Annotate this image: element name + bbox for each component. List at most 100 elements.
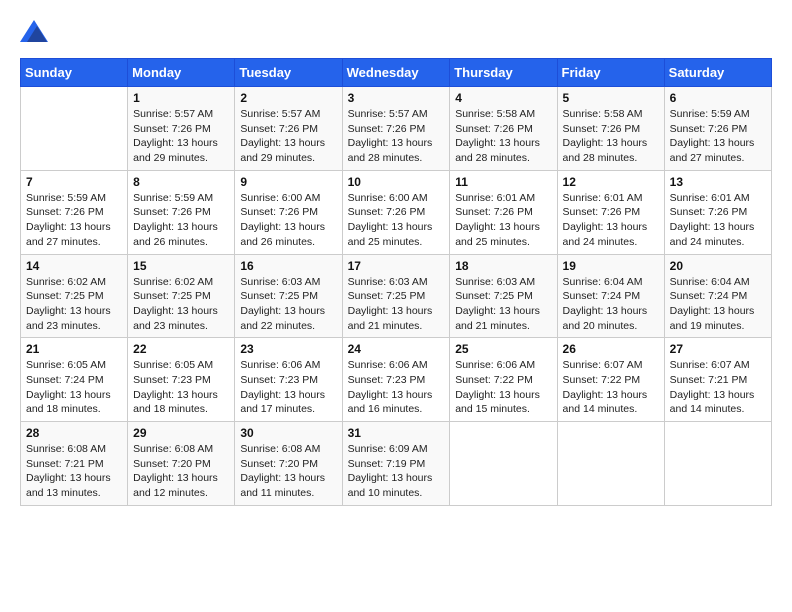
logo-icon <box>20 20 48 42</box>
calendar-week-4: 21 Sunrise: 6:05 AM Sunset: 7:24 PM Dayli… <box>21 338 772 422</box>
day-number: 9 <box>240 175 336 189</box>
weekday-header-friday: Friday <box>557 59 664 87</box>
table-row: 8 Sunrise: 5:59 AM Sunset: 7:26 PM Daylig… <box>128 170 235 254</box>
table-row: 16 Sunrise: 6:03 AM Sunset: 7:25 PM Dayli… <box>235 254 342 338</box>
day-number: 19 <box>563 259 659 273</box>
day-number: 27 <box>670 342 766 356</box>
day-number: 12 <box>563 175 659 189</box>
table-row: 4Sunrise: 5:58 AM Sunset: 7:26 PM Daylig… <box>450 87 557 171</box>
day-info: Sunrise: 6:01 AM Sunset: 7:26 PM Dayligh… <box>563 191 659 250</box>
day-number: 30 <box>240 426 336 440</box>
day-number: 24 <box>348 342 445 356</box>
table-row: 29 Sunrise: 6:08 AM Sunset: 7:20 PM Dayli… <box>128 422 235 506</box>
day-number: 25 <box>455 342 551 356</box>
day-number: 10 <box>348 175 445 189</box>
day-info: Sunrise: 6:08 AM Sunset: 7:20 PM Dayligh… <box>133 442 229 501</box>
day-info: Sunrise: 5:57 AM Sunset: 7:26 PM Dayligh… <box>240 107 336 166</box>
day-info: Sunrise: 6:05 AM Sunset: 7:24 PM Dayligh… <box>26 358 122 417</box>
table-row: 23Sunrise: 6:06 AM Sunset: 7:23 PM Dayli… <box>235 338 342 422</box>
day-info: Sunrise: 6:03 AM Sunset: 7:25 PM Dayligh… <box>240 275 336 334</box>
table-row: 10 Sunrise: 6:00 AM Sunset: 7:26 PM Dayli… <box>342 170 450 254</box>
calendar-week-5: 28 Sunrise: 6:08 AM Sunset: 7:21 PM Dayli… <box>21 422 772 506</box>
day-info: Sunrise: 6:01 AM Sunset: 7:26 PM Dayligh… <box>670 191 766 250</box>
weekday-header-row: SundayMondayTuesdayWednesdayThursdayFrid… <box>21 59 772 87</box>
table-row: 18 Sunrise: 6:03 AM Sunset: 7:25 PM Dayli… <box>450 254 557 338</box>
table-row: 24Sunrise: 6:06 AM Sunset: 7:23 PM Dayli… <box>342 338 450 422</box>
table-row: 26 Sunrise: 6:07 AM Sunset: 7:22 PM Dayli… <box>557 338 664 422</box>
day-number: 29 <box>133 426 229 440</box>
logo <box>20 20 52 42</box>
day-number: 22 <box>133 342 229 356</box>
table-row: 20Sunrise: 6:04 AM Sunset: 7:24 PM Dayli… <box>664 254 771 338</box>
day-info: Sunrise: 6:06 AM Sunset: 7:22 PM Dayligh… <box>455 358 551 417</box>
day-info: Sunrise: 5:58 AM Sunset: 7:26 PM Dayligh… <box>455 107 551 166</box>
day-info: Sunrise: 5:59 AM Sunset: 7:26 PM Dayligh… <box>26 191 122 250</box>
day-info: Sunrise: 6:05 AM Sunset: 7:23 PM Dayligh… <box>133 358 229 417</box>
day-info: Sunrise: 6:03 AM Sunset: 7:25 PM Dayligh… <box>455 275 551 334</box>
table-row <box>21 87 128 171</box>
day-info: Sunrise: 6:07 AM Sunset: 7:22 PM Dayligh… <box>563 358 659 417</box>
day-number: 18 <box>455 259 551 273</box>
table-row: 13 Sunrise: 6:01 AM Sunset: 7:26 PM Dayli… <box>664 170 771 254</box>
day-info: Sunrise: 5:59 AM Sunset: 7:26 PM Dayligh… <box>133 191 229 250</box>
day-info: Sunrise: 6:02 AM Sunset: 7:25 PM Dayligh… <box>26 275 122 334</box>
table-row: 1 Sunrise: 5:57 AM Sunset: 7:26 PM Daylig… <box>128 87 235 171</box>
table-row: 21 Sunrise: 6:05 AM Sunset: 7:24 PM Dayli… <box>21 338 128 422</box>
table-row: 11 Sunrise: 6:01 AM Sunset: 7:26 PM Dayli… <box>450 170 557 254</box>
table-row: 31 Sunrise: 6:09 AM Sunset: 7:19 PM Dayli… <box>342 422 450 506</box>
table-row: 25 Sunrise: 6:06 AM Sunset: 7:22 PM Dayli… <box>450 338 557 422</box>
day-info: Sunrise: 6:01 AM Sunset: 7:26 PM Dayligh… <box>455 191 551 250</box>
day-number: 31 <box>348 426 445 440</box>
day-info: Sunrise: 6:06 AM Sunset: 7:23 PM Dayligh… <box>240 358 336 417</box>
day-number: 6 <box>670 91 766 105</box>
day-number: 14 <box>26 259 122 273</box>
day-info: Sunrise: 6:07 AM Sunset: 7:21 PM Dayligh… <box>670 358 766 417</box>
day-number: 5 <box>563 91 659 105</box>
day-info: Sunrise: 6:08 AM Sunset: 7:21 PM Dayligh… <box>26 442 122 501</box>
day-info: Sunrise: 5:58 AM Sunset: 7:26 PM Dayligh… <box>563 107 659 166</box>
day-number: 7 <box>26 175 122 189</box>
day-info: Sunrise: 6:02 AM Sunset: 7:25 PM Dayligh… <box>133 275 229 334</box>
table-row: 6 Sunrise: 5:59 AM Sunset: 7:26 PM Daylig… <box>664 87 771 171</box>
table-row: 22 Sunrise: 6:05 AM Sunset: 7:23 PM Dayli… <box>128 338 235 422</box>
day-info: Sunrise: 6:08 AM Sunset: 7:20 PM Dayligh… <box>240 442 336 501</box>
day-number: 8 <box>133 175 229 189</box>
day-number: 3 <box>348 91 445 105</box>
day-number: 11 <box>455 175 551 189</box>
day-number: 16 <box>240 259 336 273</box>
day-info: Sunrise: 5:57 AM Sunset: 7:26 PM Dayligh… <box>348 107 445 166</box>
day-number: 28 <box>26 426 122 440</box>
day-info: Sunrise: 6:04 AM Sunset: 7:24 PM Dayligh… <box>563 275 659 334</box>
table-row: 14 Sunrise: 6:02 AM Sunset: 7:25 PM Dayli… <box>21 254 128 338</box>
calendar-week-2: 7 Sunrise: 5:59 AM Sunset: 7:26 PM Daylig… <box>21 170 772 254</box>
table-row: 15 Sunrise: 6:02 AM Sunset: 7:25 PM Dayli… <box>128 254 235 338</box>
table-row: 3 Sunrise: 5:57 AM Sunset: 7:26 PM Daylig… <box>342 87 450 171</box>
table-row: 30 Sunrise: 6:08 AM Sunset: 7:20 PM Dayli… <box>235 422 342 506</box>
day-info: Sunrise: 5:57 AM Sunset: 7:26 PM Dayligh… <box>133 107 229 166</box>
table-row: 17Sunrise: 6:03 AM Sunset: 7:25 PM Dayli… <box>342 254 450 338</box>
table-row: 5 Sunrise: 5:58 AM Sunset: 7:26 PM Daylig… <box>557 87 664 171</box>
day-number: 13 <box>670 175 766 189</box>
calendar-week-3: 14 Sunrise: 6:02 AM Sunset: 7:25 PM Dayli… <box>21 254 772 338</box>
day-number: 1 <box>133 91 229 105</box>
calendar-body: 1 Sunrise: 5:57 AM Sunset: 7:26 PM Daylig… <box>21 87 772 506</box>
table-row: 7 Sunrise: 5:59 AM Sunset: 7:26 PM Daylig… <box>21 170 128 254</box>
table-row <box>664 422 771 506</box>
weekday-header-sunday: Sunday <box>21 59 128 87</box>
table-row: 9 Sunrise: 6:00 AM Sunset: 7:26 PM Daylig… <box>235 170 342 254</box>
day-number: 21 <box>26 342 122 356</box>
weekday-header-tuesday: Tuesday <box>235 59 342 87</box>
page-header <box>20 20 772 42</box>
day-info: Sunrise: 5:59 AM Sunset: 7:26 PM Dayligh… <box>670 107 766 166</box>
weekday-header-saturday: Saturday <box>664 59 771 87</box>
day-number: 26 <box>563 342 659 356</box>
day-info: Sunrise: 6:00 AM Sunset: 7:26 PM Dayligh… <box>348 191 445 250</box>
day-info: Sunrise: 6:00 AM Sunset: 7:26 PM Dayligh… <box>240 191 336 250</box>
calendar-week-1: 1 Sunrise: 5:57 AM Sunset: 7:26 PM Daylig… <box>21 87 772 171</box>
day-info: Sunrise: 6:09 AM Sunset: 7:19 PM Dayligh… <box>348 442 445 501</box>
table-row <box>450 422 557 506</box>
weekday-header-monday: Monday <box>128 59 235 87</box>
day-info: Sunrise: 6:03 AM Sunset: 7:25 PM Dayligh… <box>348 275 445 334</box>
weekday-header-thursday: Thursday <box>450 59 557 87</box>
day-number: 15 <box>133 259 229 273</box>
